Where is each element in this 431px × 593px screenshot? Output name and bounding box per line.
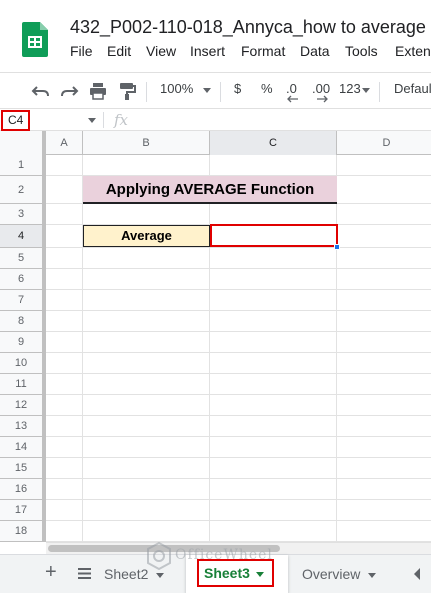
arrow-right-icon [317,95,328,103]
add-sheet-icon[interactable]: + [45,561,57,584]
sheet-tab-label: Overview [302,566,361,582]
menu-tools[interactable]: Tools [345,43,378,59]
menu-view[interactable]: View [146,43,176,59]
row-header[interactable]: 15 [0,458,46,479]
fx-icon: fx [114,111,129,129]
row-header[interactable]: 8 [0,311,46,332]
row-header[interactable]: 1 [0,155,46,176]
chevron-down-icon[interactable] [156,572,165,578]
menu-file[interactable]: File [70,43,93,59]
row-header[interactable]: 12 [0,395,46,416]
cell-b4-average-label[interactable]: Average [83,225,210,247]
currency-format-button[interactable]: $ [234,81,241,96]
arrow-left-icon [287,95,298,103]
column-header-b[interactable]: B [83,131,210,155]
document-title[interactable]: 432_P002-110-018_Annyca_how to average .… [70,17,431,38]
row-header[interactable]: 13 [0,416,46,437]
column-header-c[interactable]: C [210,131,337,155]
menu-data[interactable]: Data [300,43,330,59]
sheets-logo-icon[interactable] [22,22,48,57]
watermark-logo-icon [147,542,171,570]
row-header[interactable]: 11 [0,374,46,395]
sheet-tab-label: Sheet2 [104,566,149,582]
row-header[interactable]: 2 [0,176,46,204]
sheet-tab-overview[interactable]: Overview [302,555,377,593]
undo-icon[interactable] [31,81,51,101]
increase-decimal-button[interactable]: .00 [312,81,330,96]
menu-insert[interactable]: Insert [190,43,225,59]
formula-bar-divider [103,112,104,128]
column-header-a[interactable]: A [46,131,83,155]
menu-format[interactable]: Format [241,43,285,59]
toolbar-divider [379,82,380,102]
active-sheet-tab-highlight[interactable]: Sheet3 [197,559,274,587]
column-header-row: A B C D [0,131,431,155]
row-header[interactable]: 16 [0,479,46,500]
fill-handle[interactable] [334,244,340,250]
decrease-decimal-button[interactable]: .0 [286,81,297,96]
row-header[interactable]: 7 [0,290,46,311]
row-header[interactable]: 9 [0,332,46,353]
print-icon[interactable] [88,81,108,101]
zoom-select[interactable]: 100% [160,81,193,96]
menu-edit[interactable]: Edit [107,43,131,59]
formula-bar: C4 fx [0,108,431,131]
percent-format-button[interactable]: % [261,81,273,96]
row-header[interactable]: 18 [0,521,46,542]
row-header[interactable]: 14 [0,437,46,458]
row-header[interactable]: 4 [0,225,46,248]
row-header[interactable]: 10 [0,353,46,374]
paint-format-icon[interactable] [117,81,137,101]
font-select[interactable]: Defaul [394,81,431,96]
chevron-down-icon[interactable] [88,118,96,123]
toolbar: 100% $ % .0 .00 123 Defaul [0,72,431,108]
row-header[interactable]: 17 [0,500,46,521]
all-sheets-menu-icon[interactable] [78,568,91,579]
scroll-tabs-left-icon[interactable] [414,568,420,580]
toolbar-divider [146,82,147,102]
select-all-corner[interactable] [0,131,46,155]
chevron-down-icon[interactable] [368,572,377,578]
column-header-d[interactable]: D [337,131,431,155]
sheet-tab-label: Sheet3 [204,565,250,581]
redo-icon[interactable] [59,81,79,101]
name-box[interactable]: C4 [1,110,30,131]
toolbar-divider [220,82,221,102]
watermark-text: OfficeWheel [175,547,273,563]
chevron-down-icon[interactable] [255,571,264,577]
number-format-select[interactable]: 123 [339,81,361,96]
cell-b2-title[interactable]: Applying AVERAGE Function [83,176,337,204]
row-header[interactable]: 5 [0,248,46,269]
cell-grid[interactable] [46,155,431,542]
cell-c4-selected[interactable] [210,224,338,247]
row-header[interactable]: 3 [0,204,46,225]
chevron-down-icon[interactable] [203,88,211,93]
menu-extensions[interactable]: Exten [395,43,431,59]
row-header[interactable]: 6 [0,269,46,290]
chevron-down-icon[interactable] [362,88,370,93]
